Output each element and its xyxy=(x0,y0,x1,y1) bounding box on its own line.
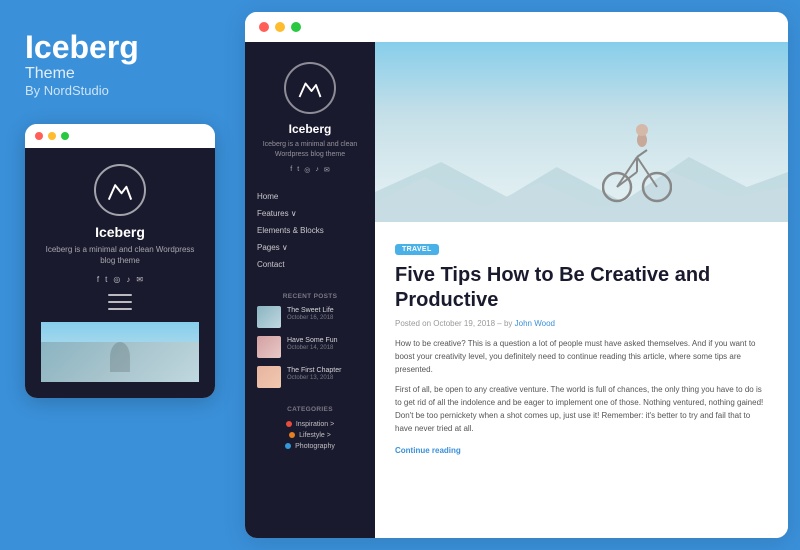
brand-subtitle-text: Theme xyxy=(25,65,220,83)
mobile-close-dot xyxy=(35,132,43,140)
sidebar-nav: Home Features ∨ Elements & Blocks Pages … xyxy=(257,188,363,273)
post-title-2[interactable]: Have Some Fun xyxy=(287,336,338,345)
post-date-1: October 16, 2018 xyxy=(287,315,334,321)
nav-home[interactable]: Home xyxy=(257,188,363,205)
site-main: TRAVEL Five Tips How to Be Creative and … xyxy=(375,42,788,538)
mobile-brand-name: Iceberg xyxy=(95,224,145,240)
mobile-brand-desc: Iceberg is a minimal and clean Wordpress… xyxy=(41,244,199,266)
post-thumb-1 xyxy=(257,306,281,328)
cat-dot-photography xyxy=(285,443,291,449)
mobile-menu-button[interactable] xyxy=(108,294,132,310)
site-sidebar: Iceberg Iceberg is a minimal and clean W… xyxy=(245,42,375,538)
mobile-figure xyxy=(110,342,130,372)
post-title-3[interactable]: The First Chapter xyxy=(287,366,341,375)
browser-body: Iceberg Iceberg is a minimal and clean W… xyxy=(245,42,788,538)
brand-name-text: Iceberg xyxy=(25,30,220,65)
post-thumb-2 xyxy=(257,336,281,358)
post-info-1: The Sweet Life October 16, 2018 xyxy=(287,306,334,321)
brand-title: Iceberg Theme By NordStudio xyxy=(25,30,220,98)
recent-posts-title: RECENT POSTS xyxy=(283,293,337,300)
recent-post-2: Have Some Fun October 14, 2018 xyxy=(257,336,363,358)
browser-close-dot xyxy=(259,22,269,32)
mobile-msg-icon: ✉ xyxy=(136,275,143,284)
mobile-ig-icon: ◎ xyxy=(113,275,120,284)
nav-elements[interactable]: Elements & Blocks xyxy=(257,222,363,239)
article-paragraph-1: How to be creative? This is a question a… xyxy=(395,338,768,376)
sidebar-logo xyxy=(284,62,336,114)
article-tag: TRAVEL xyxy=(395,244,439,255)
mobile-minimize-dot xyxy=(48,132,56,140)
mobile-titlebar xyxy=(25,124,215,148)
post-date-2: October 14, 2018 xyxy=(287,345,338,351)
browser-expand-dot xyxy=(291,22,301,32)
mobile-social-icons: f t ◎ ♪ ✉ xyxy=(97,275,143,284)
brand-by-text: By NordStudio xyxy=(25,83,220,98)
nav-features[interactable]: Features ∨ xyxy=(257,205,363,222)
categories-title: CATEGORIES xyxy=(287,406,333,413)
post-info-2: Have Some Fun October 14, 2018 xyxy=(287,336,338,351)
cat-lifestyle[interactable]: Lifestyle > xyxy=(289,430,331,441)
article-posted-text: Posted on October 19, 2018 – by xyxy=(395,319,515,328)
cat-label-lifestyle: Lifestyle > xyxy=(299,432,331,439)
recent-post-1: The Sweet Life October 16, 2018 xyxy=(257,306,363,328)
browser-titlebar xyxy=(245,12,788,42)
sidebar-fb-icon: f xyxy=(290,166,292,174)
mobile-tw-icon: t xyxy=(105,275,107,284)
article-author-link[interactable]: John Wood xyxy=(515,319,555,328)
article-body: How to be creative? This is a question a… xyxy=(395,338,768,436)
cat-dot-inspiration xyxy=(286,421,292,427)
browser-mockup: Iceberg Iceberg is a minimal and clean W… xyxy=(245,12,788,538)
nav-pages[interactable]: Pages ∨ xyxy=(257,239,363,256)
post-info-3: The First Chapter October 13, 2018 xyxy=(287,366,341,381)
mobile-fb-icon: f xyxy=(97,275,99,284)
cat-photography[interactable]: Photography xyxy=(285,441,335,452)
browser-minimize-dot xyxy=(275,22,285,32)
sidebar-ig-icon: ◎ xyxy=(304,166,310,174)
sidebar-social-icons: f t ◎ ♪ ✉ xyxy=(290,166,329,174)
sidebar-tw-icon: t xyxy=(297,166,299,174)
cat-dot-lifestyle xyxy=(289,432,295,438)
recent-post-3: The First Chapter October 13, 2018 xyxy=(257,366,363,388)
cat-inspiration[interactable]: Inspiration > xyxy=(286,419,334,430)
sidebar-name: Iceberg xyxy=(289,122,332,136)
left-panel: Iceberg Theme By NordStudio Iceberg Iceb… xyxy=(0,0,245,550)
sidebar-tik-icon: ♪ xyxy=(315,166,319,174)
post-title-1[interactable]: The Sweet Life xyxy=(287,306,334,315)
nav-contact[interactable]: Contact xyxy=(257,256,363,273)
article-meta: Posted on October 19, 2018 – by John Woo… xyxy=(395,319,768,328)
article-title: Five Tips How to Be Creative and Product… xyxy=(395,263,768,313)
post-thumb-3 xyxy=(257,366,281,388)
cat-label-photography: Photography xyxy=(295,443,335,450)
mobile-logo xyxy=(94,164,146,216)
sidebar-desc: Iceberg is a minimal and clean Wordpress… xyxy=(257,140,363,160)
article-paragraph-2: First of all, be open to any creative ve… xyxy=(395,384,768,435)
mobile-mockup: Iceberg Iceberg is a minimal and clean W… xyxy=(25,124,215,397)
sidebar-msg-icon: ✉ xyxy=(324,166,330,174)
article-content: TRAVEL Five Tips How to Be Creative and … xyxy=(375,222,788,471)
hero-image xyxy=(375,42,788,222)
mobile-footer-image xyxy=(41,322,199,382)
cat-label-inspiration: Inspiration > xyxy=(296,421,334,428)
continue-reading-link[interactable]: Continue reading xyxy=(395,446,768,455)
mobile-tik-icon: ♪ xyxy=(126,275,130,284)
mobile-expand-dot xyxy=(61,132,69,140)
post-date-3: October 13, 2018 xyxy=(287,375,341,381)
mobile-content: Iceberg Iceberg is a minimal and clean W… xyxy=(25,148,215,397)
